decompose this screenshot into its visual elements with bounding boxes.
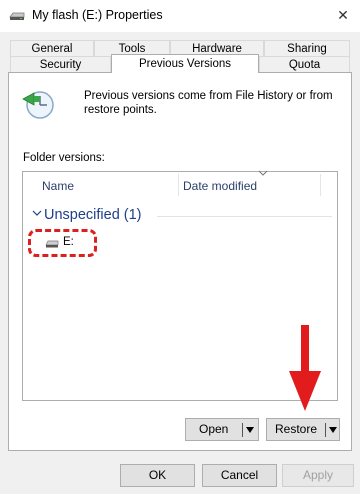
column-header-name[interactable]: Name bbox=[42, 179, 74, 193]
close-icon: ✕ bbox=[337, 6, 349, 23]
window-title: My flash (E:) Properties bbox=[32, 8, 163, 22]
group-divider bbox=[157, 216, 332, 217]
drive-icon bbox=[45, 240, 59, 248]
chevron-down-icon[interactable] bbox=[32, 208, 42, 218]
split-separator bbox=[325, 423, 326, 437]
cancel-button[interactable]: Cancel bbox=[202, 464, 277, 487]
split-separator bbox=[242, 423, 243, 437]
column-separator bbox=[320, 174, 321, 196]
sort-chevron-icon bbox=[258, 170, 268, 176]
folder-versions-label: Folder versions: bbox=[23, 152, 105, 164]
column-header-date-modified[interactable]: Date modified bbox=[183, 179, 257, 193]
dropdown-arrow-icon[interactable] bbox=[246, 427, 254, 433]
history-restore-icon bbox=[22, 91, 54, 119]
drive-icon bbox=[9, 12, 25, 20]
column-separator bbox=[178, 174, 179, 196]
open-button-label: Open bbox=[199, 422, 229, 436]
restore-split-button[interactable]: Restore bbox=[266, 418, 340, 441]
tab-quota[interactable]: Quota bbox=[259, 56, 350, 73]
tab-previous-versions[interactable]: Previous Versions bbox=[111, 54, 259, 73]
list-item-label: E: bbox=[63, 236, 74, 248]
apply-button[interactable]: Apply bbox=[282, 464, 354, 487]
ok-button[interactable]: OK bbox=[120, 464, 195, 487]
restore-button-label: Restore bbox=[275, 422, 318, 436]
folder-versions-list[interactable] bbox=[22, 171, 338, 401]
tab-sharing[interactable]: Sharing bbox=[264, 40, 350, 56]
close-button[interactable]: ✕ bbox=[330, 4, 356, 26]
dropdown-arrow-icon[interactable] bbox=[329, 427, 337, 433]
info-text: Previous versions come from File History… bbox=[84, 90, 333, 116]
open-split-button[interactable]: Open bbox=[185, 418, 259, 441]
group-header-unspecified[interactable]: Unspecified (1) bbox=[44, 207, 142, 223]
tab-general[interactable]: General bbox=[10, 40, 94, 56]
tab-security[interactable]: Security bbox=[10, 56, 111, 73]
